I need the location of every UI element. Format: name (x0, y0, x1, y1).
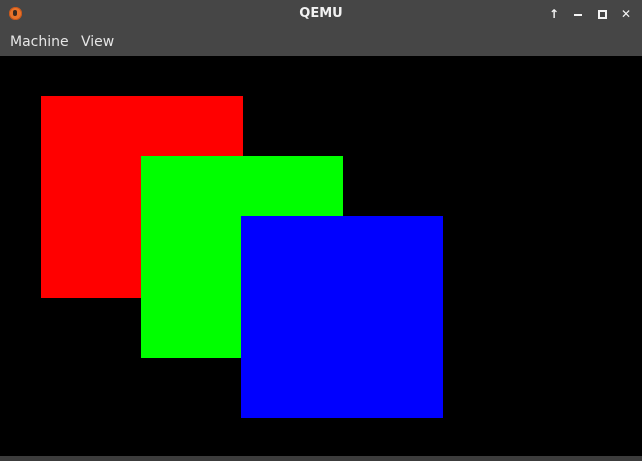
close-icon[interactable]: ✕ (616, 4, 636, 24)
menu-machine[interactable]: Machine (10, 28, 69, 56)
blue-square (241, 216, 443, 418)
qemu-window: QEMU ↑ ✕ Machine View (0, 0, 642, 461)
title-bar[interactable]: QEMU ↑ ✕ (0, 0, 642, 28)
minimize-icon[interactable] (568, 4, 588, 24)
maximize-icon[interactable] (592, 4, 612, 24)
arrow-up-icon[interactable]: ↑ (544, 4, 564, 24)
vm-display[interactable] (0, 56, 642, 456)
window-bottom-edge (0, 456, 642, 461)
menu-bar: Machine View (0, 28, 642, 56)
menu-view[interactable]: View (81, 28, 114, 56)
